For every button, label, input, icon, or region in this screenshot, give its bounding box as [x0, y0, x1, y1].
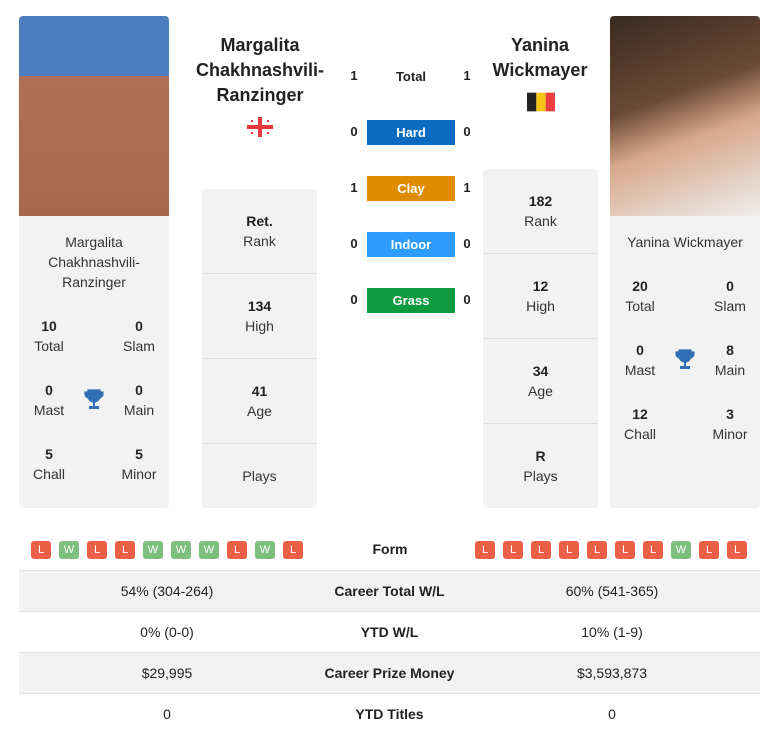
h2h-p2-count: 0: [463, 292, 471, 307]
ytd-titles-row: 0 YTD Titles 0: [19, 693, 760, 734]
p1-plays: Plays: [242, 468, 277, 484]
prize-row: $29,995 Career Prize Money $3,593,873: [19, 652, 760, 693]
player1-card-name: Margalita Chakhnashvili- Ranzinger: [48, 234, 140, 290]
trophy-icon: [84, 389, 104, 409]
form-badge: W: [255, 541, 275, 559]
player1-info-panel: Ret. Rank 134 High 41 Age Plays: [202, 189, 317, 508]
p2-high: 12 High: [483, 254, 598, 339]
p1-high: 134 High: [202, 274, 317, 359]
form-badge: L: [283, 541, 303, 559]
player2-form: LLLLLLLWLL: [475, 541, 747, 559]
form-badge: L: [727, 541, 747, 559]
form-badge: L: [531, 541, 551, 559]
h2h-p2-count: 1: [463, 68, 471, 83]
p1-minor: 5 Minor: [121, 446, 157, 482]
p2-rank: 182 Rank: [483, 169, 598, 254]
h2h-p2-count: 0: [463, 124, 471, 139]
p2-age: 34 Age: [483, 339, 598, 424]
form-badge: L: [87, 541, 107, 559]
h2h-p1-count: 1: [350, 68, 358, 83]
p1-age: 41 Age: [202, 359, 317, 444]
p1-chall: 5 Chall: [33, 446, 65, 482]
surface-total: Total: [395, 69, 427, 84]
form-badge: L: [615, 541, 635, 559]
player1-form: LWLLWWWLWL: [31, 541, 303, 559]
p1-slam: 0 Slam: [123, 318, 155, 354]
form-badge: L: [115, 541, 135, 559]
surface-grass[interactable]: Grass: [367, 288, 455, 313]
career-wl-label: Career Total W/L: [334, 583, 445, 599]
form-badge: L: [699, 541, 719, 559]
h2h-p1-count: 1: [350, 180, 358, 195]
p2-career-wl: 60% (541-365): [565, 583, 659, 599]
p1-career-wl: 54% (304-264): [120, 583, 214, 599]
form-label: Form: [372, 541, 408, 557]
p1-ytd-titles: 0: [163, 706, 171, 722]
p2-plays: R Plays: [523, 448, 558, 484]
player2-photo: [610, 16, 760, 216]
form-badge: W: [171, 541, 191, 559]
p2-chall: 12 Chall: [624, 406, 656, 442]
player1-card: Margalita Chakhnashvili- Ranzinger 10 Total…: [19, 216, 169, 508]
p1-prize: $29,995: [141, 665, 193, 681]
p1-mast: 0 Mast: [33, 382, 65, 418]
form-badge: W: [199, 541, 219, 559]
form-badge: L: [559, 541, 579, 559]
p1-ytd-wl: 0% (0-0): [140, 624, 194, 640]
surface-indoor[interactable]: Indoor: [367, 232, 455, 257]
form-badge: L: [475, 541, 495, 559]
ytd-titles-label: YTD Titles: [355, 706, 424, 722]
career-wl-row: 54% (304-264) Career Total W/L 60% (541-36…: [19, 570, 760, 611]
p2-minor: 3 Minor: [712, 406, 748, 442]
p2-ytd-wl: 10% (1-9): [581, 624, 643, 640]
form-badge: W: [143, 541, 163, 559]
p2-ytd-titles: 0: [608, 706, 616, 722]
p2-slam: 0 Slam: [714, 278, 746, 314]
form-badge: L: [503, 541, 523, 559]
form-badge: W: [671, 541, 691, 559]
form-badge: W: [59, 541, 79, 559]
h2h-p1-count: 0: [350, 292, 358, 307]
player2-info-panel: 182 Rank 12 High 34 Age R Plays: [483, 169, 598, 508]
prize-label: Career Prize Money: [324, 665, 455, 681]
p2-prize: $3,593,873: [576, 665, 648, 681]
form-badge: L: [587, 541, 607, 559]
p2-mast: 0 Mast: [624, 342, 656, 378]
h2h-p2-count: 1: [463, 180, 471, 195]
trophy-icon: [675, 349, 695, 369]
p1-total: 10 Total: [34, 318, 64, 354]
georgia-flag-icon: [247, 117, 273, 137]
surface-clay[interactable]: Clay: [367, 176, 455, 201]
h2h-p1-count: 0: [350, 236, 358, 251]
surface-hard[interactable]: Hard: [367, 120, 455, 145]
h2h-p2-count: 0: [463, 236, 471, 251]
p2-main: 8 Main: [714, 342, 746, 378]
belgium-flag-icon: [527, 92, 555, 112]
h2h-p1-count: 0: [350, 124, 358, 139]
form-badge: L: [31, 541, 51, 559]
p1-main: 0 Main: [123, 382, 155, 418]
form-badge: L: [227, 541, 247, 559]
player1-name[interactable]: Margalita Chakhnashvili- Ranzinger: [180, 33, 340, 108]
ytd-wl-label: YTD W/L: [360, 624, 419, 640]
player2-card-name: Yanina Wickmayer: [627, 234, 743, 250]
p2-total: 20 Total: [625, 278, 655, 314]
player2-card: Yanina Wickmayer 20 Total 0 Slam 0 Mast 8 Ma…: [610, 216, 760, 508]
player2-name[interactable]: Yanina Wickmayer: [470, 33, 610, 83]
player1-photo: [19, 16, 169, 216]
p1-rank: Ret. Rank: [202, 189, 317, 274]
form-badge: L: [643, 541, 663, 559]
ytd-wl-row: 0% (0-0) YTD W/L 10% (1-9): [19, 611, 760, 652]
